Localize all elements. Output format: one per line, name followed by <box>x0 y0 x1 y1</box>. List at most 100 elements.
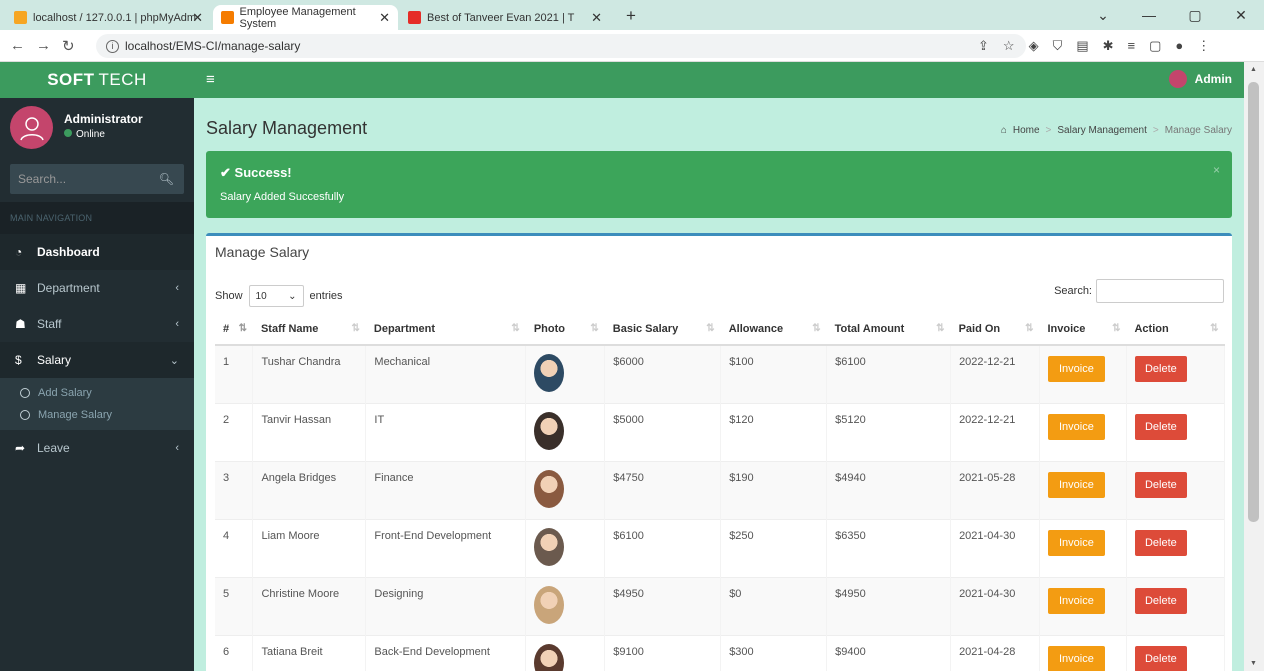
phpmyadmin-icon <box>14 11 27 24</box>
column-header[interactable]: # ⇅ <box>215 313 253 346</box>
column-header[interactable]: Staff Name ⇅ <box>252 313 366 346</box>
delete-button[interactable]: Delete <box>1134 471 1187 498</box>
circle-icon <box>20 388 30 398</box>
browser-tab-ems[interactable]: Employee Management System ✕ <box>213 5 398 30</box>
invoice-button[interactable]: Invoice <box>1048 413 1105 440</box>
delete-button[interactable]: Delete <box>1134 529 1187 556</box>
restore-icon[interactable]: ▢ <box>1172 7 1218 24</box>
staff-name-cell: Christine Moore <box>252 576 367 635</box>
search-icon[interactable]: 🔍︎ <box>159 172 174 186</box>
row-number-cell: 5 <box>215 576 254 635</box>
toolbar-icons: ⇪ ☆ ◈ ⛉ ▤ ✱ ≡ ▢ ● ⋮ <box>978 38 1210 54</box>
column-header[interactable]: Allowance ⇅ <box>720 313 827 346</box>
table-search-input[interactable] <box>1096 279 1224 303</box>
brand-logo[interactable]: SOFT TECH <box>0 62 194 98</box>
sidebar-item-department[interactable]: ▦ Department ‹ <box>0 270 194 306</box>
column-header[interactable]: Invoice ⇅ <box>1039 313 1127 346</box>
close-tab-icon[interactable]: ✕ <box>591 10 602 26</box>
sidebar-item-add-salary[interactable]: Add Salary <box>0 382 194 404</box>
delete-button[interactable]: Delete <box>1134 413 1187 440</box>
shield-icon[interactable]: ⛉ <box>1053 38 1063 54</box>
invoice-cell: Invoice <box>1039 344 1127 403</box>
column-header[interactable]: Photo ⇅ <box>525 313 605 346</box>
admin-menu[interactable]: Admin <box>1168 70 1232 88</box>
sidepanel-icon[interactable]: ▢ <box>1149 38 1161 54</box>
invoice-cell: Invoice <box>1039 402 1127 461</box>
browser-tab-strip: localhost / 127.0.0.1 | phpMyAdm ✕ Emplo… <box>0 0 1264 30</box>
delete-button[interactable]: Delete <box>1134 587 1187 614</box>
sidebar-item-leave[interactable]: ➦ Leave ‹ <box>0 430 194 466</box>
basic-salary-cell: $4750 <box>604 460 722 519</box>
entries-select[interactable]: 10 ⌄ <box>248 285 304 307</box>
paid-on-cell: 2021-04-30 <box>950 518 1040 577</box>
dollar-icon: $ <box>15 353 22 367</box>
profile-icon[interactable]: ● <box>1175 38 1183 54</box>
basic-salary-cell: $4950 <box>604 576 722 635</box>
browser-tab-phpmyadmin[interactable]: localhost / 127.0.0.1 | phpMyAdm ✕ <box>6 5 211 30</box>
scroll-up-icon[interactable]: ▲ <box>1250 66 1257 73</box>
delete-button[interactable]: Delete <box>1134 356 1187 382</box>
staff-photo <box>534 354 565 392</box>
photo-cell <box>525 518 606 577</box>
close-tab-icon[interactable]: ✕ <box>192 10 203 26</box>
scrollbar-thumb[interactable] <box>1248 82 1259 522</box>
department-cell: Finance <box>365 460 527 519</box>
extension-icon[interactable]: ◈ <box>1029 38 1039 54</box>
sidebar-search: 🔍︎ <box>10 164 184 194</box>
action-cell: Delete <box>1126 518 1226 577</box>
column-header[interactable]: Total Amount ⇅ <box>826 313 951 346</box>
staff-name-cell: Liam Moore <box>252 518 367 577</box>
back-icon[interactable]: ← <box>10 37 25 54</box>
column-header[interactable]: Action ⇅ <box>1126 313 1225 346</box>
staff-photo <box>534 527 565 566</box>
column-header[interactable]: Department ⇅ <box>365 313 526 346</box>
breadcrumb-home[interactable]: Home <box>1013 125 1040 136</box>
invoice-cell: Invoice <box>1039 460 1127 519</box>
close-tab-icon[interactable]: ✕ <box>379 10 390 26</box>
total-amount-cell: $9400 <box>826 634 952 671</box>
table-header-row: # ⇅ Staff Name ⇅ Department ⇅ Photo ⇅ Basic … <box>215 313 1225 346</box>
sidebar-item-manage-salary[interactable]: Manage Salary <box>0 404 194 426</box>
page-scrollbar[interactable]: ▲ ▼ <box>1244 62 1264 671</box>
invoice-button[interactable]: Invoice <box>1048 645 1105 671</box>
close-window-icon[interactable]: ✕ <box>1218 7 1264 24</box>
puzzle-icon[interactable]: ✱ <box>1103 38 1114 54</box>
reader-icon[interactable]: ▤ <box>1076 38 1088 54</box>
invoice-button[interactable]: Invoice <box>1048 356 1105 382</box>
scroll-down-icon[interactable]: ▼ <box>1250 660 1257 667</box>
basic-salary-cell: $9100 <box>604 634 722 671</box>
sidebar-item-staff[interactable]: ☗ Staff ‹ <box>0 306 194 342</box>
bookmark-icon[interactable]: ☆ <box>1003 38 1015 54</box>
share-icon[interactable]: ⇪ <box>978 38 989 54</box>
delete-button[interactable]: Delete <box>1134 645 1187 671</box>
browser-tab-youtube[interactable]: Best of Tanveer Evan 2021 | T ✕ <box>400 5 610 30</box>
playlist-icon[interactable]: ≡ <box>1128 38 1136 54</box>
column-header[interactable]: Basic Salary ⇅ <box>604 313 721 346</box>
minimize-icon[interactable]: — <box>1126 7 1172 23</box>
breadcrumb-salary-management[interactable]: Salary Management <box>1057 125 1147 136</box>
row-number-cell: 4 <box>215 518 254 577</box>
sidebar-item-salary[interactable]: $ Salary ⌄ <box>0 342 194 378</box>
total-amount-cell: $5120 <box>826 402 952 461</box>
hamburger-icon[interactable]: ≡ <box>206 71 215 88</box>
forward-icon[interactable]: → <box>36 37 51 54</box>
sidebar-item-dashboard[interactable]: ◔ Dashboard <box>0 234 194 270</box>
salary-submenu: Add Salary Manage Salary <box>0 378 194 430</box>
invoice-button[interactable]: Invoice <box>1048 587 1105 614</box>
invoice-button[interactable]: Invoice <box>1048 529 1105 556</box>
check-icon: ✔ <box>220 165 231 180</box>
info-icon[interactable]: i <box>106 39 119 53</box>
photo-cell <box>525 402 606 461</box>
reload-icon[interactable]: ↻ <box>62 37 75 55</box>
manage-salary-box: Manage Salary Show 10 ⌄ entries Search: #… <box>206 233 1232 671</box>
tab-search-icon[interactable]: ⌄ <box>1080 7 1126 24</box>
staff-name-cell: Angela Bridges <box>252 460 367 519</box>
url-field[interactable]: i localhost/EMS-CI/manage-salary <box>96 34 1026 58</box>
menu-icon[interactable]: ⋮ <box>1197 38 1210 54</box>
column-header[interactable]: Paid On ⇅ <box>950 313 1040 346</box>
new-tab-icon[interactable]: + <box>626 6 636 26</box>
invoice-button[interactable]: Invoice <box>1048 471 1105 498</box>
close-icon[interactable]: × <box>1213 163 1220 177</box>
staff-icon: ☗ <box>15 317 26 331</box>
basic-salary-cell: $5000 <box>604 402 722 461</box>
